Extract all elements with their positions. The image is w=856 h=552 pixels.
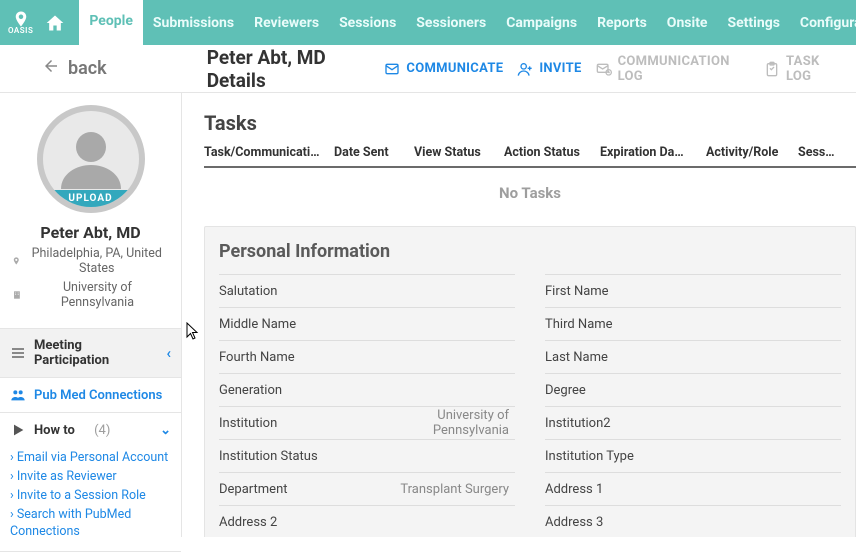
sidebar-howto[interactable]: How to (4) ⌄ <box>0 412 181 447</box>
people-icon <box>10 387 26 403</box>
row-address-2: Address 2 <box>219 505 515 537</box>
personal-info-panel: Personal Information Salutation Middle N… <box>204 226 856 537</box>
col-sessions[interactable]: Sessions <box>798 145 848 160</box>
nav-reviewers[interactable]: Reviewers <box>244 0 329 45</box>
howto-email[interactable]: Email via Personal Account <box>10 449 171 468</box>
col-view-status[interactable]: View Status <box>414 145 504 160</box>
nav-configuration[interactable]: Configuration <box>790 0 856 45</box>
profile-location: Philadelphia, PA, United States <box>8 246 173 276</box>
col-expiration[interactable]: Expiration Da… <box>600 145 706 160</box>
communicate-button[interactable]: COMMUNICATE <box>384 61 503 77</box>
col-date-sent[interactable]: Date Sent <box>334 145 414 160</box>
avatar[interactable]: UPLOAD <box>37 105 145 213</box>
play-icon <box>10 422 26 438</box>
upload-badge[interactable]: UPLOAD <box>43 190 139 207</box>
brand-logo[interactable]: OASIS <box>8 10 33 35</box>
building-icon <box>12 290 22 300</box>
howto-list: Email via Personal Account Invite as Rev… <box>0 447 181 551</box>
main-content: Tasks Task/Communication Date Sent View … <box>182 93 856 537</box>
row-institution2: Institution2 <box>545 406 841 439</box>
howto-invite-reviewer[interactable]: Invite as Reviewer <box>10 468 171 487</box>
clipboard-icon <box>764 61 780 77</box>
list-icon <box>10 345 26 361</box>
row-institution: InstitutionUniversity of Pennsylvania <box>219 406 515 439</box>
howto-invite-session[interactable]: Invite to a Session Role <box>10 487 171 506</box>
profile-institution: University of Pennsylvania <box>8 280 173 310</box>
row-address-1: Address 1 <box>545 472 841 505</box>
nav-reports[interactable]: Reports <box>587 0 657 45</box>
personal-left-column: Salutation Middle Name Fourth Name Gener… <box>219 274 515 537</box>
nav-settings[interactable]: Settings <box>718 0 790 45</box>
row-salutation: Salutation <box>219 274 515 307</box>
col-action-status[interactable]: Action Status <box>504 145 600 160</box>
back-label: back <box>68 58 107 79</box>
communication-log-button[interactable]: COMMUNICATION LOG <box>596 54 750 84</box>
profile-name: Peter Abt, MD <box>40 223 140 242</box>
task-log-button[interactable]: TASK LOG <box>764 54 844 84</box>
invite-button[interactable]: INVITE <box>517 61 581 77</box>
row-degree: Degree <box>545 373 841 406</box>
row-middle-name: Middle Name <box>219 307 515 340</box>
nav-campaigns[interactable]: Campaigns <box>496 0 587 45</box>
sidebar: UPLOAD Peter Abt, MD Philadelphia, PA, U… <box>0 93 182 537</box>
nav-sessions[interactable]: Sessions <box>329 0 406 45</box>
howto-search-pubmed[interactable]: Search with PubMed Connections <box>10 506 171 542</box>
row-last-name: Last Name <box>545 340 841 373</box>
row-fourth-name: Fourth Name <box>219 340 515 373</box>
col-activity[interactable]: Activity/Role <box>706 145 798 160</box>
tasks-empty: No Tasks <box>204 168 856 226</box>
header-actions: COMMUNICATE INVITE COMMUNICATION LOG TAS… <box>384 54 844 84</box>
home-icon[interactable] <box>45 13 65 33</box>
pin-icon <box>12 256 21 266</box>
row-third-name: Third Name <box>545 307 841 340</box>
row-first-name: First Name <box>545 274 841 307</box>
row-institution-type: Institution Type <box>545 439 841 472</box>
mail-log-icon <box>596 61 612 77</box>
page-header: back Peter Abt, MD Details COMMUNICATE I… <box>0 45 856 93</box>
tasks-table-header: Task/Communication Date Sent View Status… <box>204 145 856 168</box>
row-generation: Generation <box>219 373 515 406</box>
row-institution-status: Institution Status <box>219 439 515 472</box>
back-button[interactable]: back <box>42 57 107 80</box>
col-task[interactable]: Task/Communication <box>204 145 334 160</box>
arrow-left-icon <box>42 57 60 80</box>
sidebar-meeting-participation[interactable]: Meeting Participation ‹ <box>0 328 181 377</box>
tasks-heading: Tasks <box>204 111 856 135</box>
person-icon <box>55 123 127 195</box>
nav-onsite[interactable]: Onsite <box>657 0 718 45</box>
brand-name: OASIS <box>8 26 33 35</box>
nav-sessioners[interactable]: Sessioners <box>406 0 496 45</box>
top-nav: OASIS People Submissions Reviewers Sessi… <box>0 0 856 45</box>
personal-info-title: Personal Information <box>205 227 855 274</box>
personal-right-column: First Name Third Name Last Name Degree I… <box>545 274 841 537</box>
nav-submissions[interactable]: Submissions <box>143 0 244 45</box>
mail-icon <box>384 61 400 77</box>
page-title: Peter Abt, MD Details <box>207 46 385 92</box>
user-plus-icon <box>517 61 533 77</box>
row-address-3: Address 3 <box>545 505 841 537</box>
sidebar-pubmed-connections[interactable]: Pub Med Connections <box>0 377 181 412</box>
nav-items: People Submissions Reviewers Sessions Se… <box>79 0 856 45</box>
nav-people[interactable]: People <box>79 0 143 45</box>
chevron-down-icon: ⌄ <box>160 423 171 438</box>
chevron-left-icon: ‹ <box>166 344 171 362</box>
row-department: DepartmentTransplant Surgery <box>219 472 515 505</box>
